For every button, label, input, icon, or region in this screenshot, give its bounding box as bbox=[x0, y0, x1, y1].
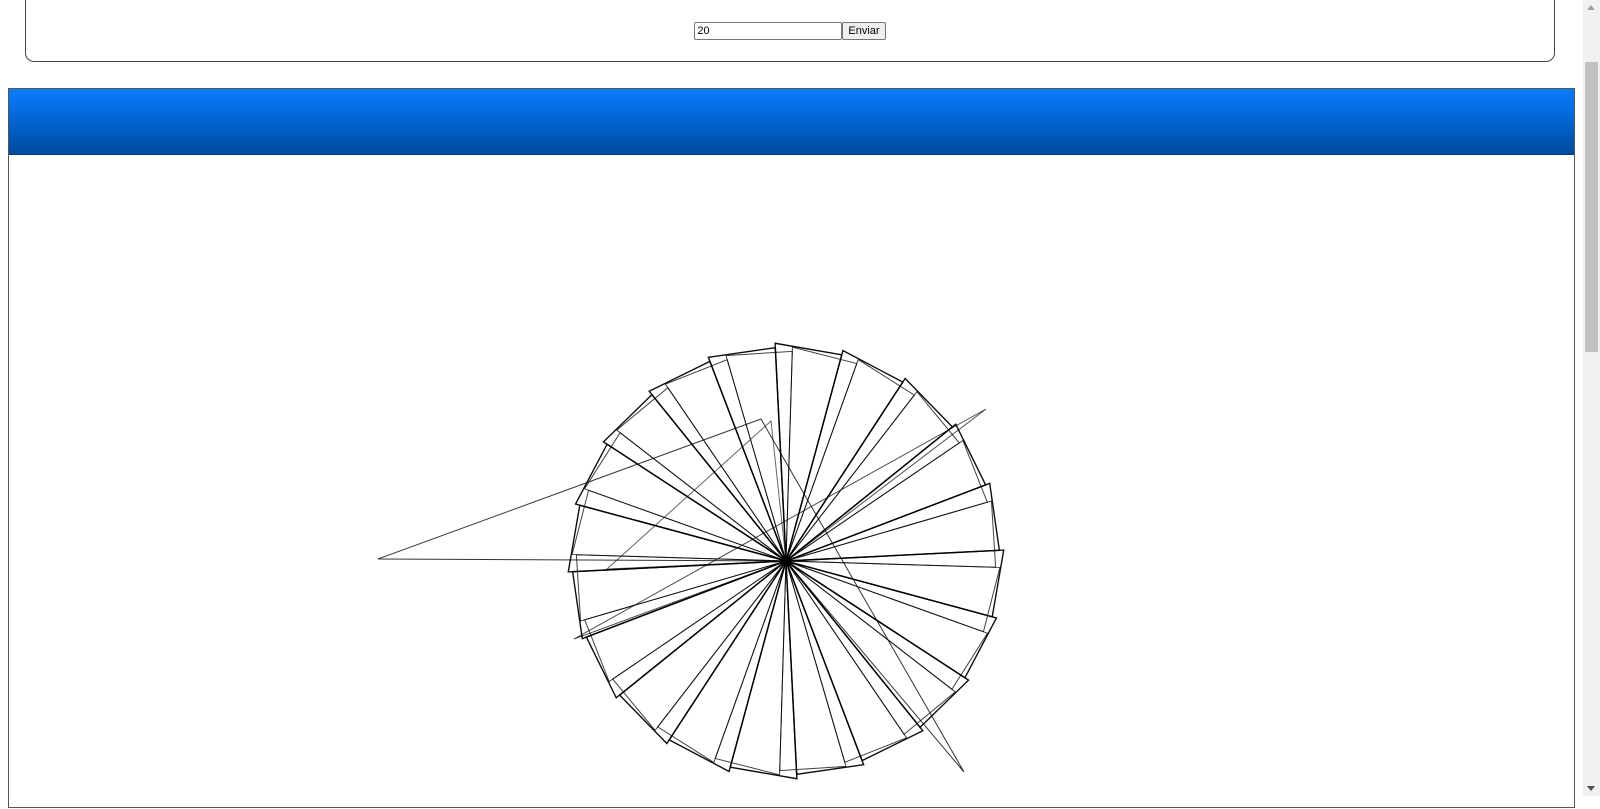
star-line bbox=[774, 342, 843, 562]
star-line bbox=[729, 560, 798, 780]
star-line bbox=[714, 560, 787, 776]
star-line bbox=[571, 489, 787, 562]
star-line bbox=[785, 560, 908, 763]
star-line bbox=[785, 346, 858, 562]
star-line bbox=[785, 549, 1005, 618]
star-line bbox=[785, 500, 997, 568]
vertical-scrollbar[interactable] bbox=[1583, 0, 1600, 796]
number-input[interactable] bbox=[694, 22, 843, 40]
scroll-down-arrow-icon[interactable] bbox=[1587, 786, 1595, 791]
star-line bbox=[785, 439, 988, 562]
form-panel: Enviar bbox=[25, 0, 1555, 62]
drawing-area bbox=[8, 88, 1575, 808]
star-line bbox=[584, 560, 787, 683]
star-line bbox=[785, 482, 1001, 562]
scroll-up-arrow-icon[interactable] bbox=[1587, 5, 1595, 10]
submit-button[interactable]: Enviar bbox=[842, 22, 886, 40]
star-drawing bbox=[377, 342, 1005, 780]
star-line bbox=[785, 560, 1001, 633]
star-line bbox=[575, 554, 787, 622]
star-line bbox=[785, 349, 904, 562]
star-lines bbox=[377, 342, 1005, 780]
form-row: Enviar bbox=[26, 22, 1554, 40]
star-line bbox=[668, 560, 787, 773]
scroll-thumb[interactable] bbox=[1585, 62, 1598, 352]
star-line bbox=[785, 560, 865, 776]
star-line bbox=[785, 560, 998, 679]
